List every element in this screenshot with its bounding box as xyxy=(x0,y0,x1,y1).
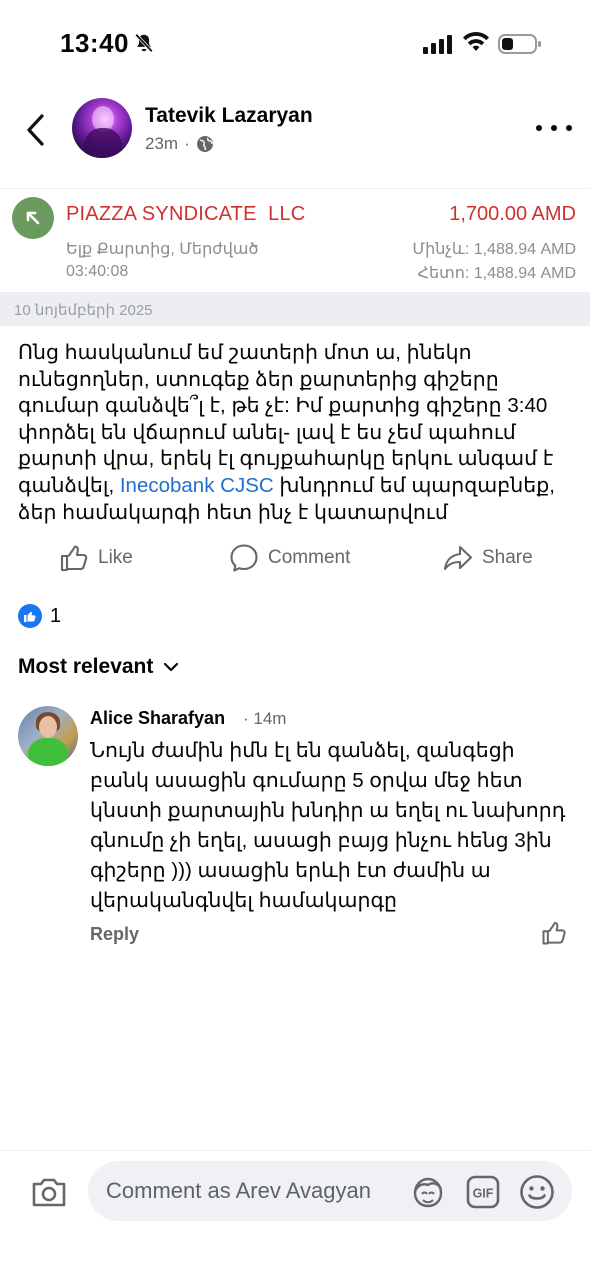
comment-sort-dropdown[interactable]: Most relevant xyxy=(18,655,179,679)
bell-off-icon xyxy=(135,33,153,53)
author-avatar[interactable] xyxy=(72,98,132,158)
more-dots-icon xyxy=(536,125,542,131)
balance-after: Հետո: 1,488.94 AMD xyxy=(417,265,576,282)
wifi-icon xyxy=(463,31,489,51)
post-body: Ոնց հասկանում եմ շատերի մոտ ա, ինեկո ուն… xyxy=(18,340,578,526)
mention-link[interactable]: Inecobank CJSC xyxy=(120,474,274,497)
comment-composer-bar: GIF xyxy=(0,1150,590,1280)
comment-input[interactable] xyxy=(106,1161,406,1221)
svg-text:GIF: GIF xyxy=(473,1187,494,1201)
transaction-amount: 1,700.00 AMD xyxy=(449,203,576,225)
transaction-date-bar: 10 նոյեմբերի 2025 xyxy=(0,292,590,326)
share-button[interactable]: Share xyxy=(442,538,533,578)
back-chevron-icon xyxy=(27,114,44,146)
transaction-merchant: PIAZZA SYNDICATE LLC xyxy=(66,203,306,225)
comment-label: Comment xyxy=(268,547,351,568)
post-meta: 23m · xyxy=(145,134,214,154)
post-header: Tatevik Lazaryan 23m · xyxy=(0,90,590,180)
avatar-sticker-icon[interactable] xyxy=(410,1175,446,1209)
share-label: Share xyxy=(482,547,533,568)
post-time: 23m xyxy=(145,134,179,153)
battery-icon xyxy=(498,34,541,54)
camera-icon[interactable] xyxy=(30,1175,68,1209)
outgoing-arrow-icon xyxy=(12,197,54,239)
like-button[interactable]: Like xyxy=(58,538,133,578)
comment-text: Նույն ժամին իմն էլ են գանձել, զանգեցի բա… xyxy=(90,739,566,912)
commenter-avatar[interactable] xyxy=(18,706,78,766)
sort-label: Most relevant xyxy=(18,655,154,678)
share-arrow-icon xyxy=(443,545,473,571)
status-bar: 13:40 xyxy=(0,0,590,90)
reactions-summary[interactable]: 1 xyxy=(18,602,61,630)
transaction-description: Ելք Քարտից, Մերժված xyxy=(66,241,259,258)
transaction-date: 10 նոյեմբերի 2025 xyxy=(14,302,153,319)
gif-icon[interactable]: GIF xyxy=(466,1175,500,1209)
commenter-name[interactable]: Alice Sharafyan xyxy=(90,708,225,729)
status-time: 13:40 xyxy=(60,28,129,58)
reply-button[interactable]: Reply xyxy=(90,924,139,945)
like-label: Like xyxy=(98,547,133,568)
comment-input-box[interactable]: GIF xyxy=(88,1161,572,1221)
thumbs-up-icon xyxy=(60,545,88,572)
comment-button[interactable]: Comment xyxy=(228,538,350,578)
post-actions: Like Comment Share xyxy=(0,538,590,578)
comment-bubble-icon xyxy=(230,544,258,572)
chevron-down-icon xyxy=(164,662,179,672)
signal-icon xyxy=(423,35,452,54)
like-reaction-icon xyxy=(18,604,42,628)
comment-like-icon[interactable] xyxy=(540,919,568,947)
emoji-icon[interactable] xyxy=(519,1174,555,1210)
balance-before: Մինչև: 1,488.94 AMD xyxy=(412,241,576,258)
reaction-count: 1 xyxy=(50,604,62,627)
globe-icon xyxy=(196,136,213,152)
transaction-time: 03:40:08 xyxy=(66,263,129,280)
meta-separator: · xyxy=(184,134,190,153)
transaction-card: PIAZZA SYNDICATE LLC 1,700.00 AMD Ելք Քա… xyxy=(0,188,590,290)
comment-time: · 14m xyxy=(243,709,287,728)
back-button[interactable] xyxy=(18,110,54,150)
more-options-button[interactable] xyxy=(536,116,572,140)
author-name[interactable]: Tatevik Lazaryan xyxy=(145,104,313,128)
